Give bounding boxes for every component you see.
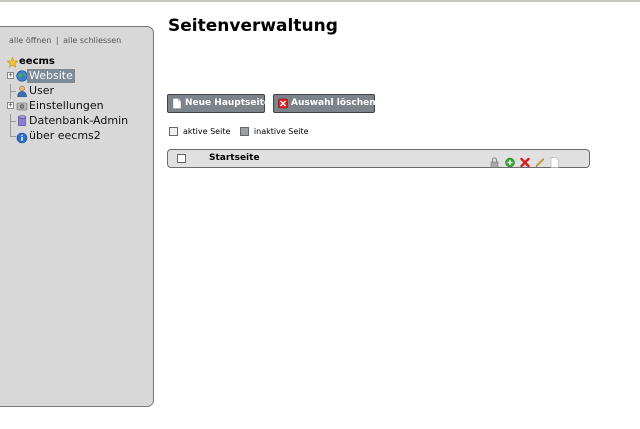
tree-item-label: Datenbank-Admin (29, 114, 129, 127)
tree-controls: alle öffnen | alle schliessen (9, 36, 121, 45)
delete-selection-button[interactable]: Auswahl löschen (273, 94, 376, 113)
active-swatch (169, 127, 178, 136)
page-title-link[interactable]: Startseite (209, 153, 260, 163)
legend-active-label: aktive Seite (183, 127, 231, 136)
tree-item-label: über eecms2 (29, 129, 101, 142)
legend-inactive-label: inaktive Seite (253, 127, 309, 136)
tree-root-label: eecms (19, 56, 55, 67)
delete-selection-label: Auswahl löschen (291, 98, 376, 108)
add-icon[interactable] (504, 153, 515, 168)
settings-icon (16, 102, 28, 111)
lock-icon[interactable] (490, 153, 499, 168)
new-main-page-button[interactable]: Neue Hauptseite (167, 94, 270, 113)
legend-active: aktive Seite (169, 127, 230, 136)
expand-icon[interactable]: + (7, 72, 14, 79)
user-icon (17, 85, 27, 97)
close-all-link[interactable]: alle schliessen (63, 36, 121, 45)
page-select-checkbox[interactable] (177, 154, 186, 163)
new-page-icon (172, 98, 182, 109)
page-row: Startseite (167, 149, 590, 168)
expand-icon[interactable]: + (7, 102, 14, 109)
open-all-link[interactable]: alle öffnen (9, 36, 51, 45)
edit-icon[interactable] (535, 153, 545, 168)
link-separator: | (55, 36, 59, 45)
status-legend: aktive Seite inaktive Seite (169, 127, 316, 136)
legend-inactive: inaktive Seite (239, 127, 309, 136)
info-icon (16, 132, 28, 144)
star-icon (7, 57, 18, 68)
tree-item-label: Einstellungen (29, 99, 104, 112)
inactive-swatch (239, 127, 249, 136)
tree-item-label: Website (27, 69, 75, 83)
sidebar: alle öffnen | alle schliessen eecms + We… (0, 26, 154, 407)
delete-icon (278, 98, 288, 109)
page-title: Seitenverwaltung (168, 16, 338, 36)
delete-icon[interactable] (520, 153, 530, 168)
new-main-page-label: Neue Hauptseite (185, 98, 270, 108)
top-border (0, 0, 640, 2)
page-actions (489, 153, 559, 168)
database-icon (18, 115, 26, 126)
page-icon[interactable] (550, 153, 559, 168)
tree-item-label: User (29, 84, 55, 97)
